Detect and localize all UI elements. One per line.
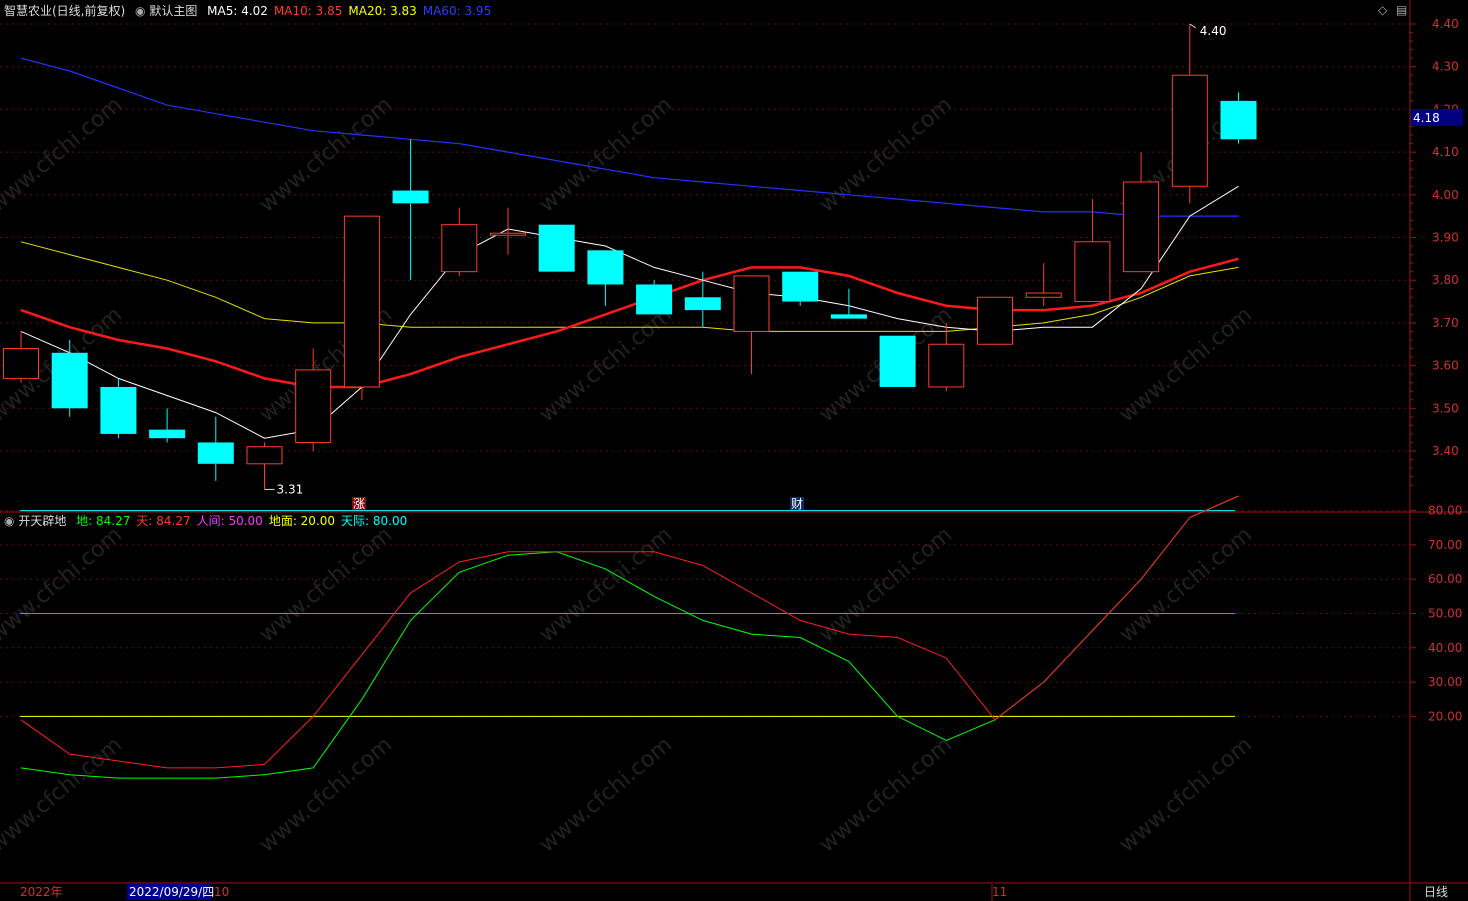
- indicator-tick-label: 30.00: [1428, 675, 1462, 689]
- indicator-tick-label: 80.00: [1428, 504, 1462, 518]
- candle-body-down: [538, 224, 575, 272]
- ma-legend: MA5: 4.02 MA10: 3.85 MA20: 3.83 MA60: 3.95: [201, 4, 491, 18]
- indicator-legend-item-4: 天际: 80.00: [341, 514, 408, 528]
- candle-body-up: [1171, 74, 1208, 187]
- candle-body-up: [1123, 181, 1160, 273]
- price-tick-label: 4.30: [1432, 60, 1459, 74]
- ma-legend-item-3: MA60: 3.95: [422, 4, 492, 18]
- indicator-tick-label: 20.00: [1428, 709, 1462, 723]
- candle-body-up: [3, 348, 39, 379]
- ma10-line: [20, 257, 1239, 389]
- indicator-tick-label: 70.00: [1428, 538, 1462, 552]
- current-price-tag: 4.18: [1413, 111, 1440, 125]
- price-tick-label: 3.80: [1432, 273, 1459, 287]
- watermark-text: www.cfchi.com: [815, 732, 957, 857]
- year-label: 2022年: [20, 885, 63, 899]
- candle-body-down: [879, 335, 916, 387]
- candle-body-down: [392, 190, 429, 204]
- ma-legend-item-0: MA5: 4.02: [207, 4, 268, 18]
- candle-body-up: [977, 296, 1013, 345]
- candle-body-down: [51, 352, 88, 409]
- indicator-legend-item-2: 人间: 50.00: [196, 514, 263, 528]
- candle-body-up: [246, 446, 283, 465]
- indicator-header: ◉ 开天辟地 地: 84.27 天: 84.27 人间: 50.00 地面: 20.0…: [4, 514, 407, 528]
- month-11-label: 11: [992, 885, 1007, 899]
- price-tick-label: 4.00: [1432, 188, 1459, 202]
- series-tian-line: [20, 495, 1239, 769]
- candle-body-down: [197, 442, 234, 464]
- watermark-text: www.cfchi.com: [535, 92, 677, 217]
- indicator-legend-item-0: 地: 84.27: [76, 514, 131, 528]
- price-tick-label: 3.40: [1432, 444, 1459, 458]
- candle-body-down: [587, 250, 624, 285]
- ma-legend-item-1: MA10: 3.85: [273, 4, 343, 18]
- indicator-tick-label: 60.00: [1428, 572, 1462, 586]
- watermark-text: www.cfchi.com: [1115, 732, 1257, 857]
- stock-title[interactable]: 智慧农业(日线,前复权): [4, 4, 125, 18]
- period-label: 日线: [1424, 885, 1448, 899]
- high-marker-arrow: [1189, 23, 1197, 29]
- indicator-name[interactable]: 开天辟地: [18, 514, 66, 528]
- candle-body-down: [100, 386, 137, 434]
- ma20-line: [20, 241, 1239, 332]
- main-chart-header: 智慧农业(日线,前复权) ◉ 默认主图 MA5: 4.02 MA10: 3.85 M…: [4, 4, 491, 18]
- low-price-label: 3.31: [277, 482, 304, 496]
- candle-body-up: [295, 369, 332, 443]
- price-tick-label: 4.40: [1432, 17, 1459, 31]
- candle-body-down: [684, 297, 721, 311]
- candle-body-down: [636, 284, 673, 315]
- candle-body-down: [830, 314, 867, 319]
- ma5-line: [20, 185, 1239, 439]
- settings-circle-icon[interactable]: ◉: [135, 4, 145, 18]
- price-tick-label: 3.60: [1432, 359, 1459, 373]
- indicator-settings-icon[interactable]: ◉: [4, 514, 14, 528]
- main-chart-label[interactable]: 默认主图: [149, 4, 197, 18]
- price-tick-label: 3.50: [1432, 401, 1459, 415]
- candle-body-up: [733, 275, 770, 332]
- indicator-legend-item-1: 天: 84.27: [136, 514, 191, 528]
- watermark-text: www.cfchi.com: [1115, 302, 1257, 427]
- event-cai-marker: 财: [791, 497, 803, 511]
- watermark-text: www.cfchi.com: [255, 522, 397, 647]
- watermark-text: www.cfchi.com: [255, 732, 397, 857]
- indicator-tick-label: 40.00: [1428, 641, 1462, 655]
- candle-body-up: [928, 343, 965, 388]
- watermark-text: www.cfchi.com: [815, 522, 957, 647]
- watermark-text: www.cfchi.com: [535, 522, 677, 647]
- ma-legend-item-2: MA20: 3.83: [348, 4, 417, 18]
- watermark-text: www.cfchi.com: [0, 522, 127, 647]
- watermark-layer: www.cfchi.com www.cfchi.com www.cfchi.com w…: [0, 92, 1257, 857]
- candle-body-up: [1074, 241, 1111, 303]
- candle-body-up: [1025, 292, 1062, 298]
- watermark-text: www.cfchi.com: [0, 732, 127, 857]
- month-10-label: 10: [214, 885, 229, 899]
- cursor-date-label: 2022/09/29/四: [129, 885, 214, 899]
- indicator-legend-item-3: 地面: 20.00: [268, 514, 336, 528]
- chart-canvas[interactable]: www.cfchi.com www.cfchi.com www.cfchi.com w…: [0, 0, 1468, 901]
- candle-body-up: [441, 224, 478, 273]
- indicator-tick-label: 50.00: [1428, 607, 1462, 621]
- candle-body-down: [782, 271, 819, 302]
- high-price-label: 4.40: [1200, 24, 1227, 38]
- event-zhang-marker: 涨: [353, 496, 365, 511]
- watermark-text: www.cfchi.com: [535, 302, 677, 427]
- price-tick-label: 3.90: [1432, 231, 1459, 245]
- watermark-text: www.cfchi.com: [535, 732, 677, 857]
- candle-body-down: [149, 429, 186, 439]
- candle-body-up: [490, 232, 526, 236]
- candle-body-down: [1220, 100, 1257, 140]
- indicator-legend: 地: 84.27 天: 84.27 人间: 50.00 地面: 20.00 天际: 80…: [70, 514, 407, 528]
- watermark-text: www.cfchi.com: [815, 92, 957, 217]
- watermark-text: www.cfchi.com: [255, 92, 397, 217]
- price-tick-label: 3.70: [1432, 316, 1459, 330]
- series-di-line: [20, 495, 1239, 779]
- diamond-icon[interactable]: ◇: [1378, 3, 1387, 17]
- candle-body-up: [343, 215, 380, 388]
- watermark-text: www.cfchi.com: [0, 92, 127, 217]
- price-tick-label: 4.10: [1432, 145, 1459, 159]
- window-toggle-icon[interactable]: ▤: [1396, 3, 1407, 17]
